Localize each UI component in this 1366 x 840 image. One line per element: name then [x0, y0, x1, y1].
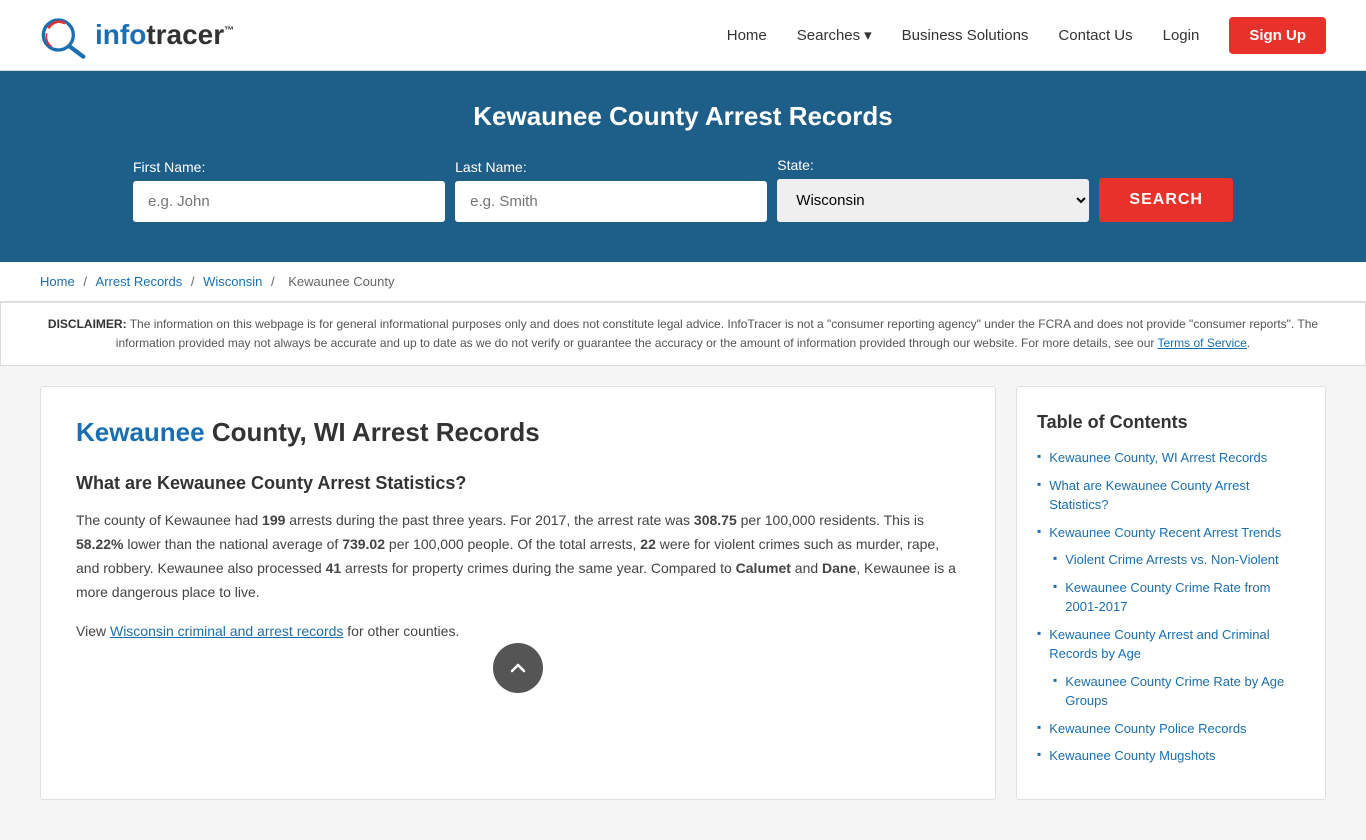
breadcrumb-current: Kewaunee County	[288, 274, 394, 289]
article-section1-heading: What are Kewaunee County Arrest Statisti…	[76, 473, 960, 494]
logo-tracer-text: tracer	[146, 19, 224, 50]
toc-item-7: Kewaunee County Crime Rate by Age Groups	[1037, 672, 1305, 711]
article-paragraph-1: The county of Kewaunee had 199 arrests d…	[76, 509, 960, 604]
search-form: First Name: Last Name: State: Wisconsin …	[133, 157, 1233, 222]
breadcrumb-sep-3: /	[271, 274, 278, 289]
toc-link-6[interactable]: Kewaunee County Arrest and Criminal Reco…	[1049, 625, 1305, 664]
logo-tm: ™	[224, 26, 234, 37]
disclaimer-label: DISCLAIMER:	[48, 317, 127, 331]
toc-item-6: Kewaunee County Arrest and Criminal Reco…	[1037, 625, 1305, 664]
wi-records-link[interactable]: Wisconsin criminal and arrest records	[110, 623, 343, 639]
search-button[interactable]: SEARCH	[1099, 178, 1233, 222]
toc-item-4: Violent Crime Arrests vs. Non-Violent	[1037, 550, 1305, 570]
breadcrumb-arrest-records[interactable]: Arrest Records	[96, 274, 183, 289]
arrest-pct: 58.22%	[76, 536, 123, 552]
main-nav: Home Searches ▾ Business Solutions Conta…	[727, 17, 1326, 54]
breadcrumb-sep-2: /	[191, 274, 198, 289]
violent-count: 22	[640, 536, 656, 552]
state-group: State: Wisconsin	[777, 157, 1089, 222]
toc-item-8: Kewaunee County Police Records	[1037, 719, 1305, 739]
logo-info-text: info	[95, 19, 146, 50]
last-name-group: Last Name:	[455, 159, 767, 222]
arrest-rate: 308.75	[694, 512, 737, 528]
toc-link-3[interactable]: Kewaunee County Recent Arrest Trends	[1049, 523, 1281, 543]
article-footer	[76, 663, 960, 723]
toc-heading: Table of Contents	[1037, 412, 1305, 433]
scroll-up-button[interactable]	[493, 643, 543, 693]
article-title: Kewaunee County, WI Arrest Records	[76, 417, 960, 448]
first-name-label: First Name:	[133, 159, 205, 175]
toc-link-1[interactable]: Kewaunee County, WI Arrest Records	[1049, 448, 1267, 468]
logo[interactable]: infotracer™	[40, 10, 234, 60]
toc-item-5: Kewaunee County Crime Rate from 2001-201…	[1037, 578, 1305, 617]
property-count: 41	[326, 560, 342, 576]
toc-item-9: Kewaunee County Mugshots	[1037, 746, 1305, 766]
view-link-paragraph: View Wisconsin criminal and arrest recor…	[76, 620, 960, 644]
first-name-group: First Name:	[133, 159, 445, 222]
state-label: State:	[777, 157, 814, 173]
page-title: Kewaunee County Arrest Records	[40, 101, 1326, 132]
nav-signup[interactable]: Sign Up	[1229, 17, 1326, 54]
calumet-ref: Calumet	[736, 560, 791, 576]
toc-link-9[interactable]: Kewaunee County Mugshots	[1049, 746, 1215, 766]
disclaimer-text: The information on this webpage is for g…	[116, 317, 1318, 350]
last-name-input[interactable]	[455, 181, 767, 222]
chevron-down-icon: ▾	[864, 26, 872, 44]
terms-of-service-link[interactable]: Terms of Service	[1158, 336, 1247, 350]
arrests-count: 199	[262, 512, 285, 528]
nav-business-solutions[interactable]: Business Solutions	[902, 27, 1029, 44]
last-name-label: Last Name:	[455, 159, 527, 175]
hero-section: Kewaunee County Arrest Records First Nam…	[0, 71, 1366, 262]
toc-item-2: What are Kewaunee County Arrest Statisti…	[1037, 476, 1305, 515]
breadcrumb-home[interactable]: Home	[40, 274, 75, 289]
breadcrumb-sep-1: /	[83, 274, 90, 289]
sidebar-toc: Table of Contents Kewaunee County, WI Ar…	[1016, 386, 1326, 800]
main-content: Kewaunee County, WI Arrest Records What …	[0, 366, 1366, 840]
nav-login[interactable]: Login	[1163, 27, 1200, 44]
toc-link-5[interactable]: Kewaunee County Crime Rate from 2001-201…	[1065, 578, 1305, 617]
nav-home[interactable]: Home	[727, 27, 767, 44]
first-name-input[interactable]	[133, 181, 445, 222]
breadcrumb-state[interactable]: Wisconsin	[203, 274, 262, 289]
nav-searches[interactable]: Searches ▾	[797, 26, 872, 44]
toc-link-4[interactable]: Violent Crime Arrests vs. Non-Violent	[1065, 550, 1278, 570]
article: Kewaunee County, WI Arrest Records What …	[40, 386, 996, 800]
toc-list: Kewaunee County, WI Arrest Records What …	[1037, 448, 1305, 766]
toc-item-3: Kewaunee County Recent Arrest Trends	[1037, 523, 1305, 543]
toc-link-8[interactable]: Kewaunee County Police Records	[1049, 719, 1246, 739]
national-avg: 739.02	[342, 536, 385, 552]
toc-link-2[interactable]: What are Kewaunee County Arrest Statisti…	[1049, 476, 1305, 515]
article-title-highlight: Kewaunee	[76, 417, 205, 447]
breadcrumb: Home / Arrest Records / Wisconsin / Kewa…	[0, 262, 1366, 302]
dane-ref: Dane	[822, 560, 856, 576]
article-title-rest: County, WI Arrest Records	[205, 417, 540, 447]
nav-contact-us[interactable]: Contact Us	[1058, 27, 1132, 44]
toc-item-1: Kewaunee County, WI Arrest Records	[1037, 448, 1305, 468]
site-header: infotracer™ Home Searches ▾ Business Sol…	[0, 0, 1366, 71]
disclaimer-bar: DISCLAIMER: The information on this webp…	[0, 302, 1366, 366]
state-select[interactable]: Wisconsin	[777, 179, 1089, 222]
toc-link-7[interactable]: Kewaunee County Crime Rate by Age Groups	[1065, 672, 1305, 711]
